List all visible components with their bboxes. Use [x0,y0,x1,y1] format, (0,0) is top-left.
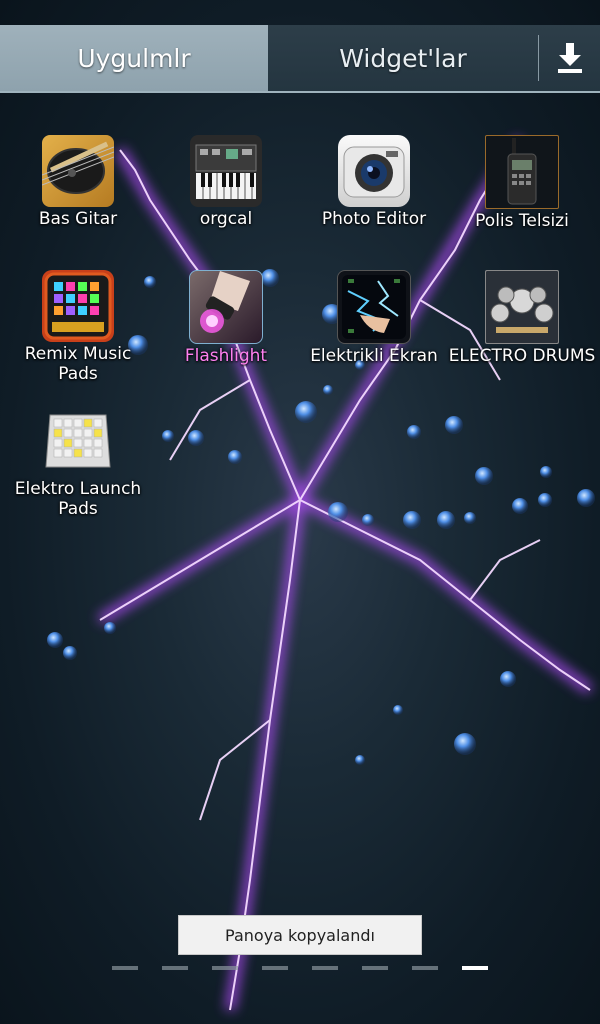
tab-widgets[interactable]: Widget'lar [270,25,536,91]
camera-icon [338,135,410,207]
app-label: Bas Gitar [38,209,118,229]
app-label: orgcal [199,209,253,229]
tab-apps-label: Uygulmlr [77,43,191,73]
page-dot[interactable] [362,966,388,970]
drum-kit-icon [485,270,559,344]
app-bas-gitar[interactable]: Bas Gitar [3,135,153,229]
app-photo-editor[interactable]: Photo Editor [299,135,449,229]
app-remix-music-pads[interactable]: Remix Music Pads [3,270,153,384]
launch-pad-icon [42,405,114,477]
page-dot[interactable] [212,966,238,970]
app-elektrikli-ekran[interactable]: Elektrikli Ekran [299,270,449,366]
page-indicator [112,966,492,972]
app-label: ELECTRO DRUMS [448,346,596,366]
tab-widgets-label: Widget'lar [339,43,467,73]
app-flashlight[interactable]: Flashlight [151,270,301,366]
tab-divider [538,35,539,81]
music-pads-icon [42,270,114,342]
app-label: Elektrikli Ekran [310,346,438,366]
page-dot[interactable] [312,966,338,970]
clipboard-toast: Panoya kopyalandı [178,915,422,955]
app-label: Photo Editor [321,209,427,229]
electric-screen-icon [337,270,411,344]
app-polis-telsizi[interactable]: Polis Telsizi [447,135,597,231]
page-dot[interactable] [262,966,288,970]
app-orgcal[interactable]: orgcal [151,135,301,229]
download-icon [558,43,582,73]
app-drawer-screen: Uygulmlr Widget'lar Bas Gitar orgcal Pho… [0,0,600,1024]
page-dot[interactable] [412,966,438,970]
toast-text: Panoya kopyalandı [225,925,375,945]
page-dot[interactable] [162,966,188,970]
app-label: Elektro Launch Pads [14,479,142,519]
bass-guitar-icon [42,135,114,207]
app-label: Polis Telsizi [475,211,569,231]
app-electro-drums[interactable]: ELECTRO DRUMS [447,270,597,366]
download-button[interactable] [540,25,600,91]
tab-apps[interactable]: Uygulmlr [0,25,268,91]
keyboard-synth-icon [190,135,262,207]
app-elektro-launch-pads[interactable]: Elektro Launch Pads [3,405,153,519]
drawer-tab-bar: Uygulmlr Widget'lar [0,25,600,93]
app-label: Remix Music Pads [24,344,132,384]
walkie-talkie-icon [485,135,559,209]
page-dot-active[interactable] [462,966,488,970]
app-label: Flashlight [184,346,268,366]
page-dot[interactable] [112,966,138,970]
flashlight-icon [189,270,263,344]
